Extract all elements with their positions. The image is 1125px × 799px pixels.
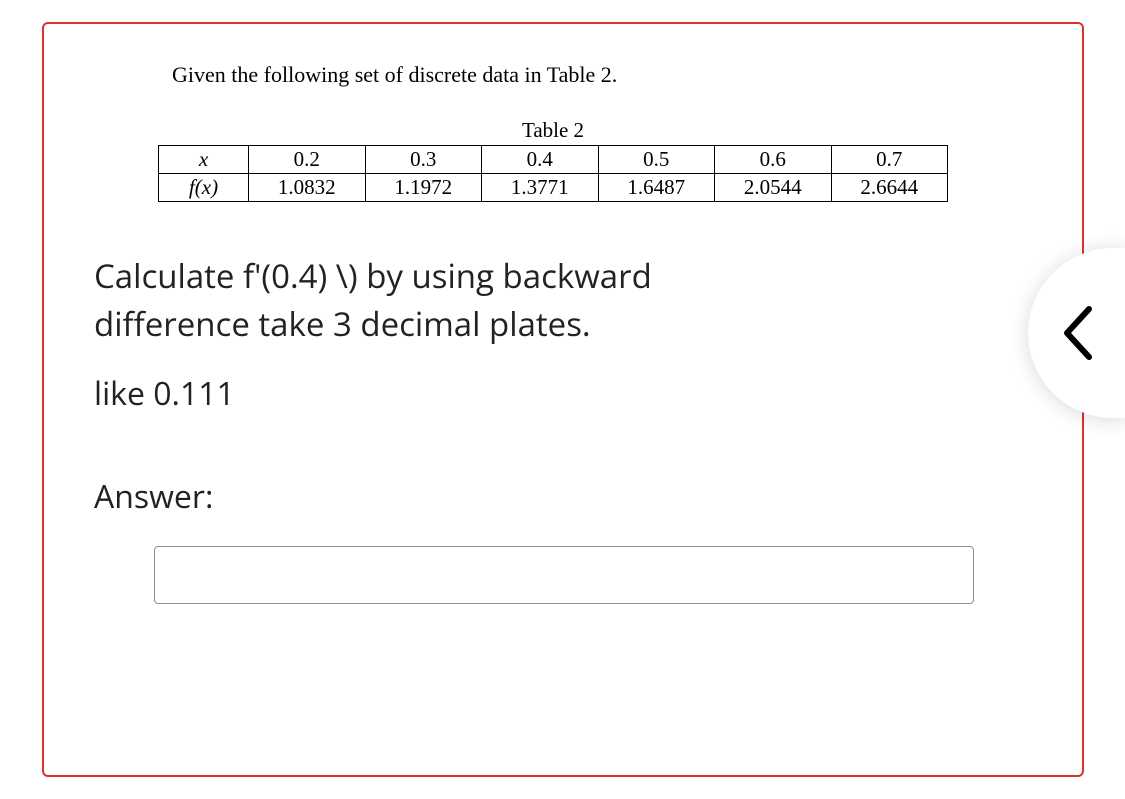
- cell-fx: 1.0832: [249, 174, 366, 202]
- cell-x: 0.6: [715, 146, 832, 174]
- data-table-wrap: Table 2 x 0.2 0.3 0.4 0.5 0.6 0.7 f(x) 1…: [158, 118, 948, 202]
- table-caption: Table 2: [158, 118, 948, 143]
- table-row: f(x) 1.0832 1.1972 1.3771 1.6487 2.0544 …: [159, 174, 948, 202]
- chevron-left-icon: [1059, 303, 1097, 363]
- cell-x: 0.4: [482, 146, 599, 174]
- cell-fx: 2.6644: [831, 174, 948, 202]
- answer-label: Answer:: [94, 475, 1032, 518]
- cell-x: 0.5: [598, 146, 715, 174]
- table-row: x 0.2 0.3 0.4 0.5 0.6 0.7: [159, 146, 948, 174]
- question-line: difference take 3 decimal plates.: [94, 301, 591, 346]
- cell-fx: 2.0544: [715, 174, 832, 202]
- row-header-fx: f(x): [159, 174, 249, 202]
- cell-x: 0.7: [831, 146, 948, 174]
- example-format: like 0.111: [94, 372, 1032, 415]
- cell-fx: 1.6487: [598, 174, 715, 202]
- intro-text: Given the following set of discrete data…: [172, 62, 1032, 88]
- cell-fx: 1.3771: [482, 174, 599, 202]
- question-text: Calculate f'(0.4) \) by using backward d…: [94, 252, 1032, 348]
- cell-fx: 1.1972: [365, 174, 482, 202]
- cell-x: 0.3: [365, 146, 482, 174]
- question-line: Calculate f'(0.4) \) by using backward: [94, 253, 652, 298]
- cell-x: 0.2: [249, 146, 366, 174]
- answer-input[interactable]: [154, 546, 974, 604]
- question-card: Given the following set of discrete data…: [42, 22, 1084, 777]
- data-table: x 0.2 0.3 0.4 0.5 0.6 0.7 f(x) 1.0832 1.…: [158, 145, 948, 202]
- row-header-x: x: [159, 146, 249, 174]
